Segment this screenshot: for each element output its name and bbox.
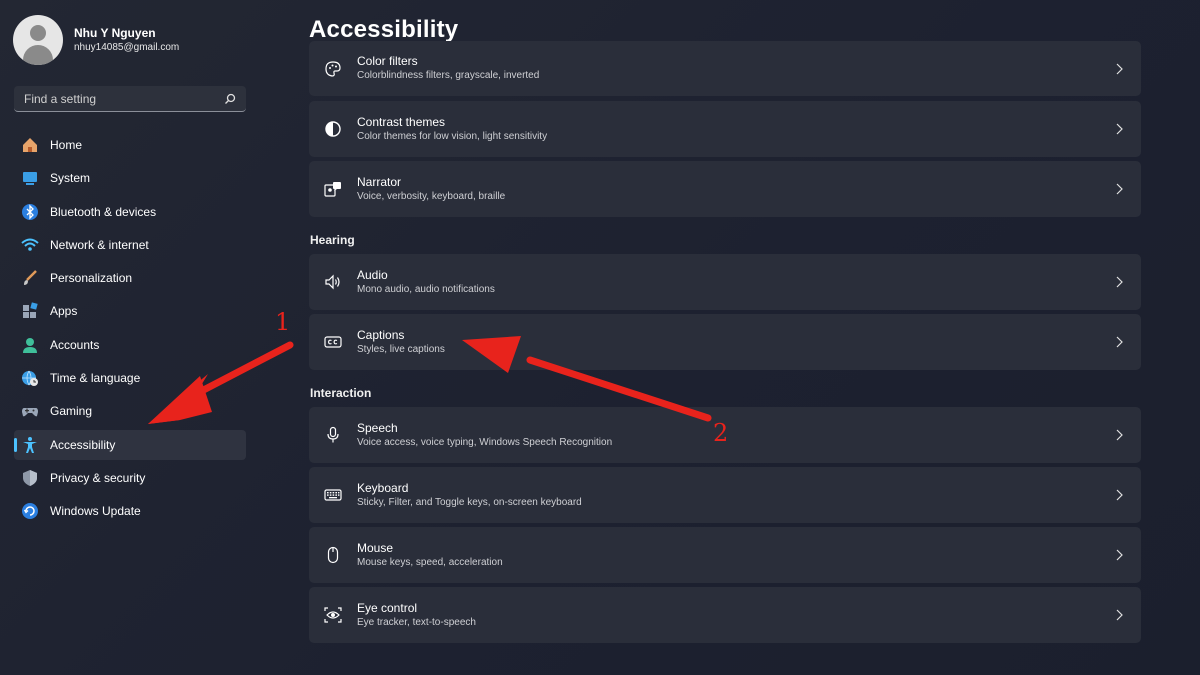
chevron-right-icon xyxy=(1111,63,1127,75)
setting-title: Speech xyxy=(357,420,398,435)
setting-subtitle: Styles, live captions xyxy=(357,343,445,355)
shield-icon xyxy=(21,469,39,487)
sidebar-item-label: Accounts xyxy=(50,337,100,352)
globe-clock-icon xyxy=(21,369,39,387)
sidebar-item-label: Personalization xyxy=(50,271,133,286)
chevron-right-icon xyxy=(1111,336,1127,348)
accessibility-icon xyxy=(21,436,39,454)
section-heading-interaction: Interaction xyxy=(310,386,372,400)
sidebar-item-privacy-security[interactable]: Privacy & security xyxy=(14,463,246,493)
sidebar-item-system[interactable]: System xyxy=(14,163,246,193)
captions-icon xyxy=(323,332,343,352)
microphone-icon xyxy=(323,425,343,445)
settings-window: Nhu Y Nguyen nhuy14085@gmail.com Home xyxy=(0,0,1200,675)
setting-title: Audio xyxy=(357,267,388,282)
update-icon xyxy=(21,502,39,520)
sidebar-item-label: Gaming xyxy=(50,404,93,419)
sidebar-item-network[interactable]: Network & internet xyxy=(14,230,246,260)
narrator-icon xyxy=(323,179,343,199)
sidebar-item-time-language[interactable]: Time & language xyxy=(14,363,246,393)
setting-subtitle: Colorblindness filters, grayscale, inver… xyxy=(357,70,540,81)
annotation-label-1: 1 xyxy=(275,308,291,336)
system-icon xyxy=(21,169,39,187)
profile-email: nhuy14085@gmail.com xyxy=(74,42,180,53)
user-profile[interactable]: Nhu Y Nguyen nhuy14085@gmail.com xyxy=(13,15,179,65)
sidebar-item-label: Bluetooth & devices xyxy=(50,204,157,219)
sidebar-item-label: Privacy & security xyxy=(50,470,146,485)
search-box[interactable] xyxy=(14,86,246,112)
chevron-right-icon xyxy=(1111,276,1127,288)
bluetooth-icon xyxy=(21,203,39,221)
sidebar-item-windows-update[interactable]: Windows Update xyxy=(14,496,246,526)
setting-title: Color filters xyxy=(357,54,418,68)
setting-title: Eye control xyxy=(357,600,418,615)
setting-subtitle: Voice, verbosity, keyboard, braille xyxy=(357,190,506,202)
profile-name: Nhu Y Nguyen xyxy=(74,26,156,40)
setting-card-color-filters[interactable]: Color filters Colorblindness filters, gr… xyxy=(309,41,1141,96)
chevron-right-icon xyxy=(1111,429,1127,441)
sidebar-item-bluetooth[interactable]: Bluetooth & devices xyxy=(14,197,246,227)
setting-card-eye-control[interactable]: Eye control Eye tracker, text-to-speech xyxy=(309,587,1141,643)
apps-icon xyxy=(21,302,39,320)
sidebar-item-home[interactable]: Home xyxy=(14,130,246,160)
sidebar: Nhu Y Nguyen nhuy14085@gmail.com Home xyxy=(0,0,262,675)
page-title: Accessibility xyxy=(309,16,459,43)
setting-title: Keyboard xyxy=(357,480,409,495)
sidebar-item-gaming[interactable]: Gaming xyxy=(14,396,246,426)
search-icon[interactable] xyxy=(224,92,236,110)
setting-card-captions[interactable]: Captions Styles, live captions xyxy=(309,314,1141,370)
search-input[interactable] xyxy=(22,90,216,107)
sidebar-item-accounts[interactable]: Accounts xyxy=(14,330,246,360)
setting-subtitle: Voice access, voice typing, Windows Spee… xyxy=(357,436,613,448)
annotation-label-2: 2 xyxy=(713,419,729,447)
eye-control-icon xyxy=(323,605,343,625)
sidebar-item-accessibility[interactable]: Accessibility xyxy=(14,429,246,460)
setting-title: Narrator xyxy=(357,174,402,189)
accounts-icon xyxy=(21,336,39,354)
mouse-icon xyxy=(323,545,343,565)
setting-subtitle: Mono audio, audio notifications xyxy=(357,283,495,295)
setting-card-mouse[interactable]: Mouse Mouse keys, speed, acceleration xyxy=(309,527,1141,583)
setting-card-audio[interactable]: Audio Mono audio, audio notifications xyxy=(309,254,1141,310)
chevron-right-icon xyxy=(1111,489,1127,501)
avatar[interactable] xyxy=(13,15,63,65)
sidebar-item-label: System xyxy=(50,171,91,186)
brush-icon xyxy=(21,269,39,287)
chevron-right-icon xyxy=(1111,123,1127,135)
setting-card-contrast-themes[interactable]: Contrast themes Color themes for low vis… xyxy=(309,101,1141,157)
sidebar-item-label: Apps xyxy=(50,304,78,319)
sidebar-item-label: Time & language xyxy=(50,371,141,386)
sidebar-item-personalization[interactable]: Personalization xyxy=(14,263,246,293)
gamepad-icon xyxy=(21,402,39,420)
setting-subtitle: Color themes for low vision, light sensi… xyxy=(357,130,548,142)
sidebar-item-label: Home xyxy=(50,138,83,152)
home-icon xyxy=(21,136,39,154)
chevron-right-icon xyxy=(1111,183,1127,195)
setting-title: Contrast themes xyxy=(357,114,446,129)
setting-subtitle: Eye tracker, text-to-speech xyxy=(357,616,476,628)
chevron-right-icon xyxy=(1111,549,1127,561)
sidebar-item-label: Windows Update xyxy=(50,504,141,519)
palette-icon xyxy=(323,59,343,79)
section-heading-hearing: Hearing xyxy=(310,233,355,247)
speaker-icon xyxy=(323,272,343,292)
setting-title: Captions xyxy=(357,327,405,342)
chevron-right-icon xyxy=(1111,609,1127,621)
contrast-icon xyxy=(323,119,343,139)
setting-subtitle: Sticky, Filter, and Toggle keys, on-scre… xyxy=(357,496,582,508)
setting-title: Mouse xyxy=(357,540,394,555)
sidebar-item-label: Accessibility xyxy=(50,437,116,452)
wifi-icon xyxy=(21,236,39,254)
keyboard-icon xyxy=(323,485,343,505)
setting-card-keyboard[interactable]: Keyboard Sticky, Filter, and Toggle keys… xyxy=(309,467,1141,523)
sidebar-nav: Home System Bluetooth & devices Network … xyxy=(14,130,246,530)
sidebar-item-apps[interactable]: Apps xyxy=(14,296,246,326)
setting-card-narrator[interactable]: Narrator Voice, verbosity, keyboard, bra… xyxy=(309,161,1141,217)
sidebar-item-label: Network & internet xyxy=(50,237,149,252)
setting-subtitle: Mouse keys, speed, acceleration xyxy=(357,556,503,568)
